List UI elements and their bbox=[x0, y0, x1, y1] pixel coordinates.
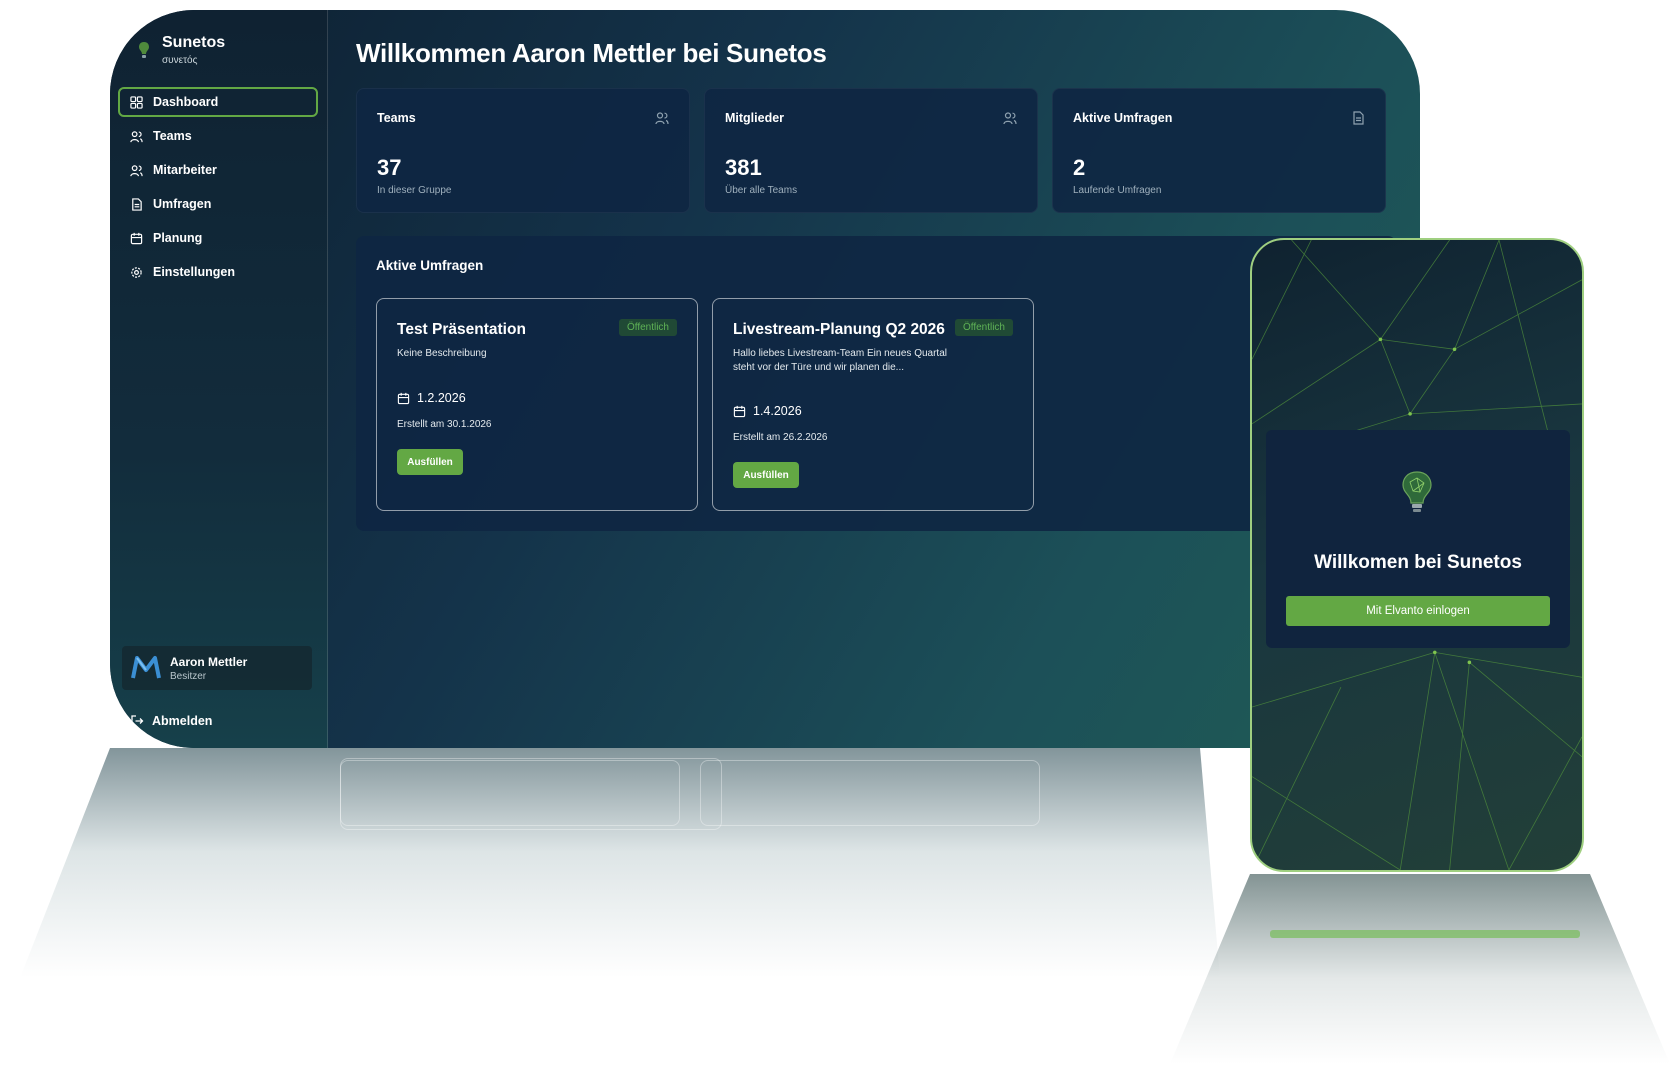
avatar bbox=[131, 656, 161, 679]
page-title: Willkommen Aaron Mettler bei Sunetos bbox=[356, 38, 827, 68]
survey-date: 1.2.2026 bbox=[397, 391, 466, 405]
survey-card: Test Präsentation Öffentlich Keine Besch… bbox=[376, 298, 698, 511]
survey-date-value: 1.2.2026 bbox=[417, 391, 466, 405]
logout-button[interactable]: Abmelden bbox=[130, 714, 212, 728]
survey-date-value: 1.4.2026 bbox=[753, 404, 802, 418]
desktop-reflection bbox=[20, 748, 1220, 978]
reflection-card bbox=[340, 760, 680, 826]
stat-subtext: In dieser Gruppe bbox=[377, 185, 452, 196]
stat-card-mitglieder: Mitglieder 381 Über alle Teams bbox=[704, 88, 1038, 213]
sidebar-item-einstellungen[interactable]: Einstellungen bbox=[118, 257, 318, 287]
stat-card-teams: Teams 37 In dieser Gruppe bbox=[356, 88, 690, 213]
stat-label: Teams bbox=[377, 111, 416, 125]
sidebar: Sunetos συνετός Dashboard Teams Mitarbei… bbox=[110, 10, 328, 748]
user-card[interactable]: Aaron Mettler Besitzer bbox=[122, 646, 312, 690]
document-icon bbox=[132, 197, 142, 211]
phone-app: Willkomen bei Sunetos Mit Elvanto einlog… bbox=[1250, 238, 1584, 872]
sidebar-item-label: Umfragen bbox=[153, 197, 212, 211]
sidebar-item-label: Einstellungen bbox=[153, 265, 235, 279]
sidebar-item-teams[interactable]: Teams bbox=[118, 121, 318, 151]
sidebar-item-planung[interactable]: Planung bbox=[118, 223, 318, 253]
sidebar-item-umfragen[interactable]: Umfragen bbox=[118, 189, 318, 219]
brand-subtitle: συνετός bbox=[162, 55, 198, 66]
survey-date: 1.4.2026 bbox=[733, 404, 802, 418]
survey-created: Erstellt am 26.2.2026 bbox=[733, 432, 828, 443]
user-role: Besitzer bbox=[170, 670, 207, 682]
stat-label: Aktive Umfragen bbox=[1073, 111, 1173, 125]
survey-title: Test Präsentation bbox=[397, 321, 526, 338]
calendar-icon bbox=[733, 405, 746, 417]
gear-icon bbox=[131, 266, 142, 278]
stat-label: Mitglieder bbox=[725, 111, 785, 125]
lightbulb-icon bbox=[1402, 471, 1432, 512]
panel-title: Aktive Umfragen bbox=[376, 258, 484, 273]
calendar-icon bbox=[397, 392, 410, 404]
reflection-card bbox=[700, 760, 1040, 826]
phone-reflection bbox=[1170, 874, 1670, 1064]
survey-created: Erstellt am 30.1.2026 bbox=[397, 419, 492, 430]
sidebar-item-mitarbeiter[interactable]: Mitarbeiter bbox=[118, 155, 318, 185]
stat-value: 381 bbox=[725, 155, 762, 180]
sidebar-item-dashboard[interactable]: Dashboard bbox=[118, 87, 318, 117]
active-surveys-panel: Aktive Umfragen Test Präsentation Öffent… bbox=[356, 236, 1396, 531]
users-icon bbox=[655, 112, 669, 125]
survey-title: Livestream-Planung Q2 2026 bbox=[733, 321, 945, 338]
login-title: Willkomen bei Sunetos bbox=[1314, 552, 1522, 573]
fill-survey-button[interactable]: Ausfüllen bbox=[733, 462, 799, 488]
user-name: Aaron Mettler bbox=[170, 654, 248, 669]
logout-icon bbox=[131, 715, 144, 727]
calendar-icon bbox=[130, 232, 143, 244]
users-icon bbox=[130, 130, 143, 142]
survey-description: Hallo liebes Livestream-Team Ein neues Q… bbox=[733, 348, 947, 373]
sidebar-nav: Dashboard Teams Mitarbeiter Umfragen Pla… bbox=[118, 87, 318, 291]
stat-subtext: Über alle Teams bbox=[725, 185, 798, 196]
sidebar-item-label: Teams bbox=[153, 129, 192, 143]
elvanto-login-button[interactable]: Mit Elvanto einlogen bbox=[1286, 596, 1550, 626]
stat-value: 2 bbox=[1073, 155, 1086, 180]
logout-label: Abmelden bbox=[152, 714, 213, 728]
survey-card: Livestream-Planung Q2 2026 Öffentlich Ha… bbox=[712, 298, 1034, 511]
brand: Sunetos συνετός bbox=[138, 34, 225, 66]
stat-subtext: Laufende Umfragen bbox=[1073, 185, 1162, 196]
document-icon bbox=[1353, 111, 1364, 125]
login-card: Willkomen bei Sunetos Mit Elvanto einlog… bbox=[1266, 430, 1570, 648]
sidebar-item-label: Planung bbox=[153, 231, 203, 245]
users-icon bbox=[130, 164, 143, 176]
stat-card-aktive-umfragen: Aktive Umfragen 2 Laufende Umfragen bbox=[1052, 88, 1386, 213]
survey-description: Keine Beschreibung bbox=[397, 348, 487, 359]
sidebar-item-label: Mitarbeiter bbox=[153, 163, 217, 177]
status-badge: Öffentlich bbox=[954, 319, 1013, 336]
desktop-app: Sunetos συνετός Dashboard Teams Mitarbei… bbox=[110, 10, 1420, 748]
fill-survey-button[interactable]: Ausfüllen bbox=[397, 449, 463, 475]
brand-name: Sunetos bbox=[162, 34, 226, 51]
dashboard-icon bbox=[130, 95, 143, 109]
users-icon bbox=[1003, 112, 1017, 125]
status-badge: Öffentlich bbox=[618, 319, 677, 336]
stat-value: 37 bbox=[377, 155, 402, 180]
lightbulb-icon bbox=[139, 42, 149, 58]
sidebar-item-label: Dashboard bbox=[153, 95, 219, 109]
